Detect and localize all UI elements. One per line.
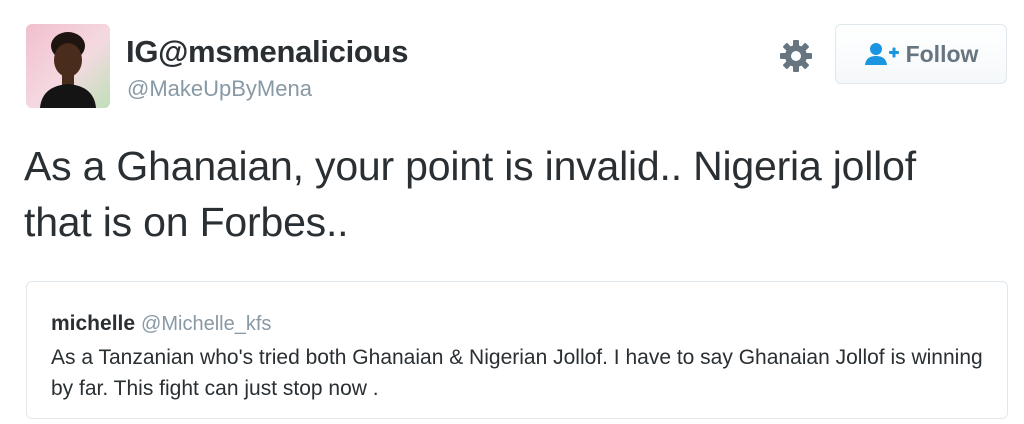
follow-label: Follow <box>905 40 979 67</box>
author-handle[interactable]: @MakeUpByMena <box>127 76 312 102</box>
quoted-author-name: michelle <box>51 312 136 335</box>
quoted-tweet[interactable]: michelle @Michelle_kfs As a Tanzanian who… <box>26 281 1008 419</box>
follow-button[interactable]: Follow <box>835 24 1007 84</box>
quoted-author-handle: @Michelle_kfs <box>141 313 272 335</box>
tweet-card: IG@msmenalicious @MakeUpByMena Follow As… <box>0 0 1024 424</box>
quoted-tweet-header: michelle @Michelle_kfs <box>51 312 271 336</box>
author-avatar[interactable] <box>26 24 110 108</box>
add-user-icon <box>864 43 899 65</box>
quoted-tweet-text: As a Tanzanian who's tried both Ghanaian… <box>51 346 983 400</box>
author-display-name[interactable]: IG@msmenalicious <box>126 34 408 70</box>
gear-icon[interactable] <box>778 38 814 74</box>
tweet-text: As a Ghanaian, your point is invalid.. N… <box>24 143 916 245</box>
profile-photo-icon <box>26 24 110 108</box>
